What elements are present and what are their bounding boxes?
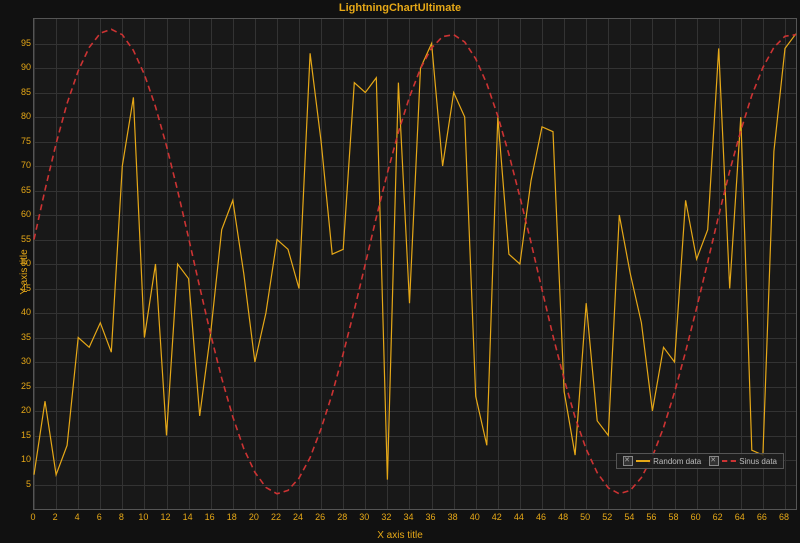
- y-tick-label: 50: [21, 258, 31, 268]
- x-tick-label: 12: [161, 512, 171, 522]
- y-tick-label: 65: [21, 185, 31, 195]
- x-tick-label: 42: [492, 512, 502, 522]
- x-tick-label: 26: [315, 512, 325, 522]
- x-tick-label: 64: [735, 512, 745, 522]
- x-tick-label: 34: [403, 512, 413, 522]
- x-tick-label: 48: [558, 512, 568, 522]
- x-tick-label: 68: [779, 512, 789, 522]
- y-tick-label: 55: [21, 234, 31, 244]
- y-tick-label: 80: [21, 111, 31, 121]
- legend-item-random[interactable]: Random data: [623, 456, 701, 466]
- series-random-data: [34, 34, 796, 480]
- y-tick-label: 95: [21, 38, 31, 48]
- legend-label-random: Random data: [653, 457, 701, 466]
- x-tick-label: 66: [757, 512, 767, 522]
- x-tick-label: 50: [580, 512, 590, 522]
- x-axis-title: X axis title: [377, 530, 423, 541]
- y-tick-label: 30: [21, 356, 31, 366]
- y-tick-label: 25: [21, 381, 31, 391]
- x-tick-label: 36: [426, 512, 436, 522]
- y-tick-label: 70: [21, 160, 31, 170]
- x-tick-label: 4: [75, 512, 80, 522]
- x-tick-label: 38: [448, 512, 458, 522]
- x-tick-label: 46: [536, 512, 546, 522]
- plot-area[interactable]: Random data Sinus data: [33, 18, 797, 510]
- chart-title: LightningChartUltimate: [339, 2, 461, 14]
- legend-checkbox-icon[interactable]: [709, 456, 719, 466]
- y-tick-label: 90: [21, 62, 31, 72]
- x-tick-label: 52: [602, 512, 612, 522]
- legend-item-sinus[interactable]: Sinus data: [709, 456, 777, 466]
- legend: Random data Sinus data: [616, 453, 784, 469]
- y-tick-label: 45: [21, 283, 31, 293]
- y-tick-label: 60: [21, 209, 31, 219]
- y-tick-label: 75: [21, 136, 31, 146]
- x-tick-label: 28: [337, 512, 347, 522]
- x-tick-label: 2: [53, 512, 58, 522]
- legend-checkbox-icon[interactable]: [623, 456, 633, 466]
- x-tick-label: 54: [624, 512, 634, 522]
- x-tick-label: 24: [293, 512, 303, 522]
- x-tick-label: 44: [514, 512, 524, 522]
- x-tick-label: 20: [249, 512, 259, 522]
- y-tick-label: 5: [26, 479, 31, 489]
- y-tick-label: 35: [21, 332, 31, 342]
- x-tick-label: 58: [669, 512, 679, 522]
- x-tick-label: 62: [713, 512, 723, 522]
- x-tick-label: 32: [381, 512, 391, 522]
- y-tick-label: 40: [21, 307, 31, 317]
- legend-swatch-sinus: [722, 460, 736, 462]
- y-tick-label: 15: [21, 430, 31, 440]
- y-tick-label: 85: [21, 87, 31, 97]
- y-tick-label: 10: [21, 454, 31, 464]
- x-tick-label: 56: [646, 512, 656, 522]
- x-tick-label: 22: [271, 512, 281, 522]
- chart-container: LightningChartUltimate Y axis title X ax…: [0, 0, 800, 543]
- x-tick-label: 30: [359, 512, 369, 522]
- y-tick-label: 20: [21, 405, 31, 415]
- chart-lines: [34, 19, 796, 509]
- x-tick-label: 14: [183, 512, 193, 522]
- legend-swatch-random: [636, 460, 650, 462]
- x-tick-label: 60: [691, 512, 701, 522]
- x-tick-label: 16: [205, 512, 215, 522]
- legend-label-sinus: Sinus data: [739, 457, 777, 466]
- x-tick-label: 40: [470, 512, 480, 522]
- x-tick-label: 0: [30, 512, 35, 522]
- x-tick-label: 6: [97, 512, 102, 522]
- x-tick-label: 8: [119, 512, 124, 522]
- x-tick-label: 10: [138, 512, 148, 522]
- x-tick-label: 18: [227, 512, 237, 522]
